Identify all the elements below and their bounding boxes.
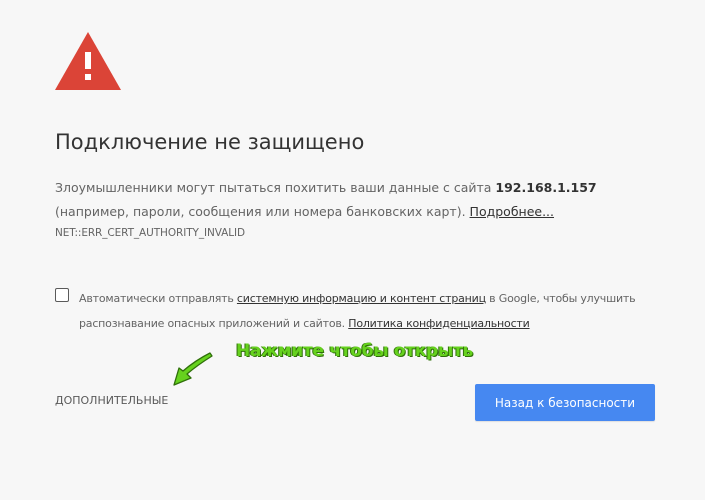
report-label: Автоматически отправлять системную инфор… — [79, 286, 639, 336]
learn-more-link[interactable]: Подробнее... — [470, 204, 554, 219]
site-address: 192.168.1.157 — [495, 180, 597, 195]
explanation-text-after: (например, пароли, сообщения или номера … — [55, 204, 470, 219]
details-button[interactable]: ДОПОЛНИТЕЛЬНЫЕ — [55, 394, 168, 407]
explanation-text-before: Злоумышленники могут пытаться похитить в… — [55, 180, 496, 195]
main-message: Злоумышленники могут пытаться похитить в… — [55, 176, 655, 224]
arrow-icon — [173, 352, 213, 386]
main-heading: Подключение не защищено — [55, 130, 365, 154]
privacy-policy-link[interactable]: Политика конфиденциальности — [348, 317, 530, 330]
report-text-before: Автоматически отправлять — [79, 292, 237, 305]
warning-triangle-icon — [55, 32, 121, 90]
error-code: NET::ERR_CERT_AUTHORITY_INVALID — [55, 227, 245, 239]
back-to-safety-button[interactable]: Назад к безопасности — [475, 384, 655, 421]
report-checkbox[interactable] — [55, 288, 69, 302]
system-info-link[interactable]: системную информацию и контент страниц — [237, 292, 486, 305]
hint-annotation: Нажмите чтобы открыть — [236, 341, 474, 361]
